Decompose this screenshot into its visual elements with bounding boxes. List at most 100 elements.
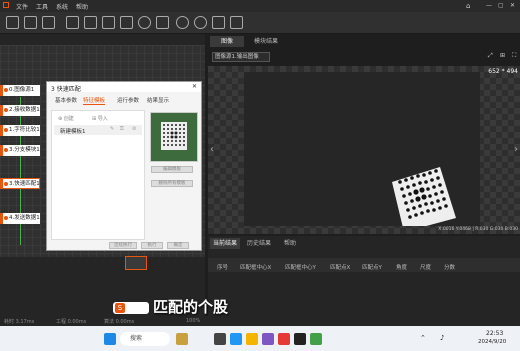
at-icon[interactable]: [138, 16, 151, 29]
flow-node[interactable]: 3.分支模块1: [0, 145, 40, 156]
col-angle: 角度: [396, 265, 408, 271]
tab-run-params[interactable]: 运行参数: [117, 96, 139, 104]
tab-module-result[interactable]: 模块结果: [246, 36, 286, 47]
create-template-button[interactable]: ⊕ 创建: [58, 115, 74, 122]
status-project-time: 工程 0.00ms: [56, 319, 87, 325]
col-match-point-x: 匹配点X: [330, 265, 351, 271]
taskbar: 搜索 ⌃ ♪ 22:53 2024/9/20: [0, 326, 520, 351]
flow-node[interactable]: 0.图像源1: [0, 85, 40, 96]
status-zoom: 100%: [186, 318, 201, 324]
tab-current-result[interactable]: 当前结果: [210, 238, 240, 249]
image-viewer[interactable]: 652 * 494 ‹ › X:0016 Y:0468 | R:030 G:03…: [208, 66, 520, 234]
wechat-icon[interactable]: [310, 333, 322, 345]
dialog-title: 3 快速匹配: [47, 82, 201, 93]
settings-icon[interactable]: [230, 16, 243, 29]
home-icon[interactable]: ⌂: [466, 2, 470, 10]
maximize-button[interactable]: ▢: [498, 2, 504, 9]
run-once-icon[interactable]: [176, 16, 189, 29]
template-list: ⊕ 创建 ⊞ 导入 新建模板1 ✎ ⚿ ⊘: [51, 110, 145, 240]
save-icon[interactable]: [42, 16, 55, 29]
tray-volume-icon[interactable]: ♪: [440, 334, 444, 342]
flow-node[interactable]: 4.发送数据1: [0, 213, 40, 224]
flow-node[interactable]: 2.接收数据1: [0, 105, 40, 116]
flow-node[interactable]: 1.字符比较1: [0, 125, 40, 136]
camera-image: [244, 72, 480, 232]
edge-icon[interactable]: [230, 333, 242, 345]
delete-all-templates-button[interactable]: 删除所有模板: [151, 180, 193, 187]
grid-icon[interactable]: [84, 16, 97, 29]
col-scale: 尺度: [420, 265, 432, 271]
subtitle-overlay: S 匹配的个股: [113, 296, 278, 318]
vs-icon[interactable]: [262, 333, 274, 345]
menu-help[interactable]: 帮助: [76, 2, 88, 11]
list-icon[interactable]: [102, 16, 115, 29]
minimap[interactable]: [125, 256, 147, 270]
template-delete-icon[interactable]: ⊘: [132, 126, 136, 132]
menu-bar: 文件 工具 系统 帮助 ⌂ — ▢ ✕: [0, 0, 520, 12]
confirm-button[interactable]: 确定: [167, 242, 189, 249]
start-icon[interactable]: [104, 333, 116, 345]
template-preview: [150, 112, 198, 162]
visionmaster-icon[interactable]: [294, 333, 306, 345]
ime-logo-icon: S: [115, 303, 125, 313]
clock-time: 22:53: [486, 330, 504, 337]
subtitle-text: 匹配的个股: [153, 298, 229, 316]
prev-image-arrow[interactable]: ‹: [210, 144, 214, 155]
new-icon[interactable]: [6, 16, 19, 29]
template-row[interactable]: 新建模板1 ✎ ⚿ ⊘: [54, 125, 142, 135]
app-icon[interactable]: [278, 333, 290, 345]
col-box-center-x: 匹配框中心X: [240, 265, 272, 271]
tab-image[interactable]: 图像: [210, 36, 244, 47]
image-size-label: 652 * 494: [488, 68, 518, 75]
calibration-board-thumbnail: [151, 113, 197, 161]
tray-wifi-icon[interactable]: ⌃: [420, 334, 426, 342]
taskview-icon[interactable]: [214, 333, 226, 345]
search-label: 搜索: [130, 335, 143, 342]
calibration-board-image: [392, 167, 456, 232]
widgets-icon[interactable]: [176, 333, 188, 345]
flow-node-selected[interactable]: 3.快速匹配1: [0, 178, 40, 189]
tab-result-display[interactable]: 结果显示: [147, 96, 169, 104]
col-box-center-y: 匹配框中心Y: [285, 265, 316, 271]
template-lock-icon[interactable]: ⚿: [120, 126, 124, 132]
edit-template-button[interactable]: 编辑模板: [151, 166, 193, 173]
fit-tool-icon[interactable]: ⊞: [500, 52, 505, 59]
col-score: 分数: [444, 265, 456, 271]
run-continuous-button[interactable]: 连续执行: [109, 242, 137, 249]
camera-icon[interactable]: [66, 16, 79, 29]
pixel-readout: X:0016 Y:0468 | R:030 G:030 B:030: [438, 227, 518, 232]
menu-file[interactable]: 文件: [16, 2, 28, 11]
menu-system[interactable]: 系统: [56, 2, 68, 11]
minimize-button[interactable]: —: [486, 2, 492, 9]
run-loop-icon[interactable]: [194, 16, 207, 29]
image-source-select[interactable]: 图像源1.输出图像: [212, 52, 270, 62]
template-name: 新建模板1: [60, 129, 86, 135]
zoom-tool-icon[interactable]: ⤢: [488, 52, 493, 60]
col-match-point-y: 匹配点Y: [362, 265, 382, 271]
clock-date: 2024/9/20: [478, 339, 507, 345]
fullscreen-icon[interactable]: ⛶: [512, 52, 516, 60]
tab-help[interactable]: 帮助: [278, 238, 302, 249]
export-icon[interactable]: [212, 16, 225, 29]
input-method-bar: S: [113, 302, 149, 314]
window-icon[interactable]: [156, 16, 169, 29]
status-algorithm-time: 算法 0.00ms: [104, 319, 135, 325]
explorer-icon[interactable]: [246, 333, 258, 345]
toolbar: [0, 12, 520, 34]
status-elapsed: 耗时 3.17ms: [4, 319, 35, 325]
next-image-arrow[interactable]: ›: [514, 144, 518, 155]
run-button[interactable]: 执行: [141, 242, 163, 249]
tab-feature-template[interactable]: 特征模板: [83, 96, 106, 105]
import-template-button[interactable]: ⊞ 导入: [92, 115, 108, 122]
template-edit-icon[interactable]: ✎: [110, 126, 114, 132]
chart-icon[interactable]: [120, 16, 133, 29]
quick-match-dialog: 3 快速匹配 ✕ 基本参数 特征模板 运行参数 结果显示 ⊕ 创建 ⊞ 导入 新…: [46, 81, 202, 251]
create-label: 创建: [63, 116, 74, 122]
close-button[interactable]: ✕: [510, 2, 515, 9]
search-box[interactable]: 搜索: [120, 332, 170, 346]
tab-basic-params[interactable]: 基本参数: [55, 96, 77, 104]
tab-history-result[interactable]: 历史结果: [244, 238, 274, 249]
dialog-close-icon[interactable]: ✕: [192, 83, 197, 90]
open-icon[interactable]: [24, 16, 37, 29]
menu-tools[interactable]: 工具: [36, 2, 48, 11]
